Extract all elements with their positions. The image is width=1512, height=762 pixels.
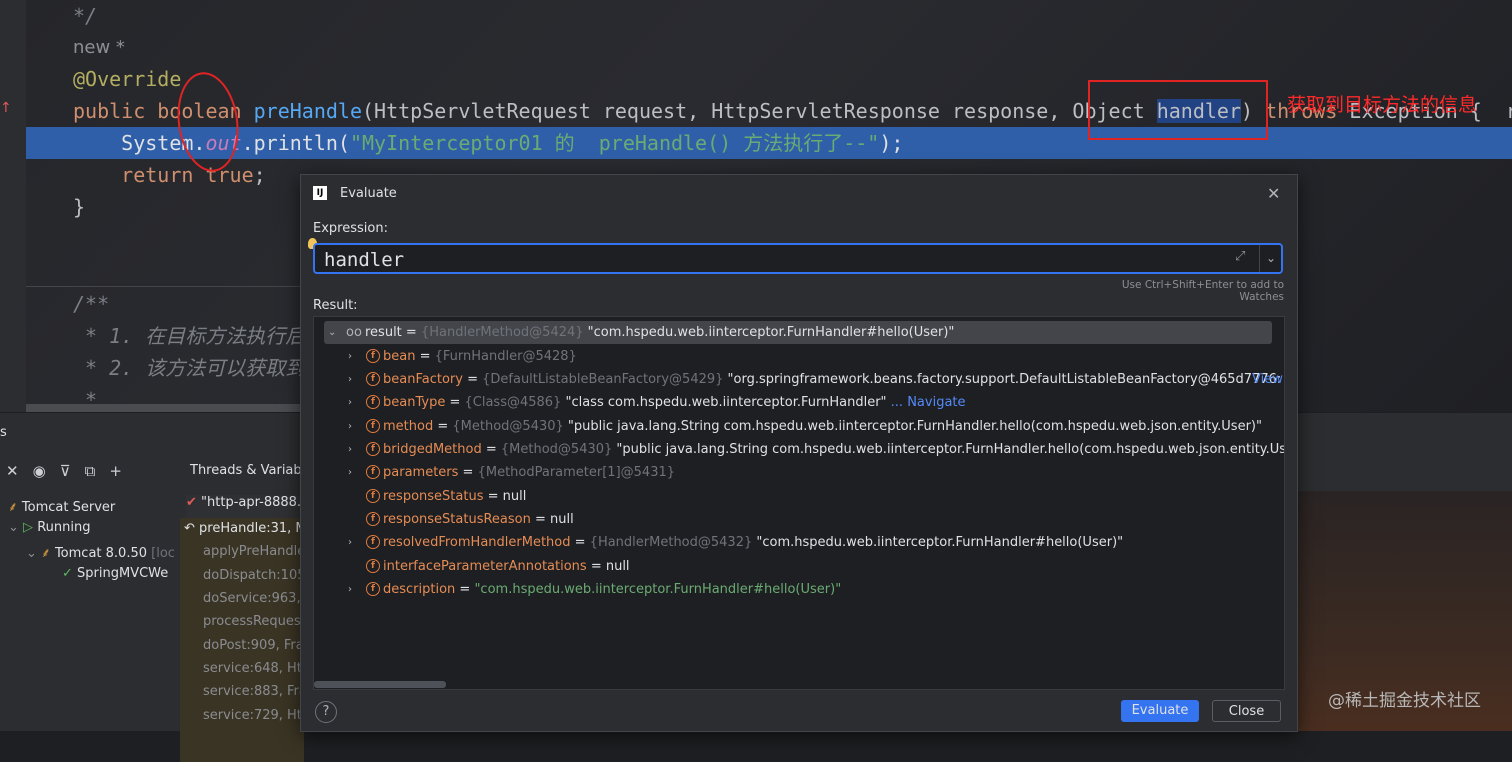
chevron-down-icon[interactable]: ⌄ <box>1259 245 1282 272</box>
field-row[interactable]: › f description = "com.hspedu.web.iinter… <box>314 578 1272 601</box>
code-line: @Override <box>73 67 182 91</box>
frame-item[interactable]: processRequest <box>203 614 306 629</box>
field-row[interactable]: f interfaceParameterAnnotations = null <box>314 555 1272 578</box>
editor-gutter <box>0 0 26 412</box>
evaluate-dialog: IJ Evaluate ✕ Expression: ⤢ ⌄ Use Ctrl+S… <box>300 174 1298 732</box>
result-scrollbar[interactable] <box>314 681 446 688</box>
frame-item[interactable]: doPost:909, Fra <box>203 638 304 653</box>
field-row[interactable]: › f bridgedMethod = {Method@5430} "publi… <box>314 438 1284 461</box>
help-button[interactable]: ? <box>315 701 337 723</box>
frames-list: ↶ preHandle:31, M applyPreHandle doDispa… <box>180 518 314 762</box>
frame-item[interactable]: service:648, Htt <box>203 661 307 676</box>
chevron-right-icon[interactable]: › <box>348 391 352 414</box>
tomcat-icon: ⸙ <box>41 546 51 561</box>
chevron-right-icon[interactable]: › <box>348 345 352 368</box>
field-row[interactable]: › f bean = {FurnHandler@5428} <box>314 345 1272 368</box>
thread-row[interactable]: ✔ "http-apr-8888. <box>186 495 304 519</box>
add-icon[interactable]: + <box>109 462 122 480</box>
frame-item[interactable]: applyPreHandle <box>203 544 305 559</box>
chevron-right-icon[interactable]: › <box>348 461 352 484</box>
dialog-title: Evaluate <box>340 186 397 201</box>
expand-icon[interactable]: ⤢ <box>1235 249 1245 264</box>
expression-field[interactable]: ⤢ ⌄ <box>313 243 1283 274</box>
watermark: @稀土掘金技术社区 <box>1328 691 1481 711</box>
navigate-link[interactable]: ... Navigate <box>891 395 966 410</box>
tab-threads-variables[interactable]: Threads & Variable <box>190 463 313 478</box>
tree-item-running[interactable]: ⌄ ▷ Running <box>8 520 90 535</box>
eye-icon[interactable]: ◉ <box>33 462 46 480</box>
red-box-annotation <box>1088 80 1268 140</box>
return-icon: ↶ <box>184 521 195 536</box>
tree-item-tomcat-server[interactable]: ⸙ Tomcat Server <box>8 497 115 515</box>
debug-toolbar: ✕ ◉ ⊽ ⧉ + <box>0 457 122 485</box>
field-icon: f <box>366 465 380 479</box>
code-line: return true; <box>73 163 266 187</box>
frame-item[interactable]: doService:963, <box>203 591 301 606</box>
filter-icon[interactable]: ⊽ <box>60 462 71 480</box>
code-line: new * <box>73 37 125 58</box>
red-note-annotation: 获取到目标方法的信息 <box>1287 94 1478 116</box>
expression-input[interactable] <box>322 247 1206 273</box>
watches-hint: Use Ctrl+Shift+Enter to add to Watches <box>1121 279 1284 303</box>
chevron-down-icon: ⌄ <box>8 520 19 535</box>
field-row[interactable]: › f resolvedFromHandlerMethod = {Handler… <box>314 531 1272 554</box>
tomcat-icon: ⸙ <box>8 500 18 515</box>
check-icon: ✔ <box>186 495 197 510</box>
result-tree[interactable]: ⌄ oo result = {HandlerMethod@5424} "com.… <box>313 316 1285 690</box>
field-icon: f <box>366 372 380 386</box>
evaluate-button[interactable]: Evaluate <box>1121 700 1199 722</box>
field-icon: f <box>366 349 380 363</box>
frame-item[interactable]: doDispatch:1058 <box>203 568 314 583</box>
field-icon: f <box>366 512 380 526</box>
frame-item[interactable]: ↶ preHandle:31, M <box>184 521 307 536</box>
field-row[interactable]: › f beanType = {Class@4586} "class com.h… <box>314 391 1272 414</box>
tree-item-tomcat-instance[interactable]: ⌄ ⸙ Tomcat 8.0.50 [loc <box>26 543 175 561</box>
watch-icon: oo <box>346 325 362 340</box>
field-row[interactable]: f responseStatus = null <box>314 485 1272 508</box>
chevron-right-icon[interactable]: › <box>348 368 352 391</box>
field-icon: f <box>366 442 380 456</box>
expression-label: Expression: <box>313 221 388 236</box>
run-icon: ▷ <box>23 520 34 535</box>
field-icon: f <box>366 489 380 503</box>
view-link[interactable]: View <box>1252 368 1283 391</box>
chevron-right-icon[interactable]: › <box>348 438 352 461</box>
frame-item[interactable]: service:883, Fra <box>203 684 307 699</box>
deploy-icon: ✓ <box>62 566 73 581</box>
field-row[interactable]: › f beanFactory = {DefaultListableBeanFa… <box>314 368 1284 391</box>
chevron-down-icon: ⌄ <box>26 546 37 561</box>
editor-scrollbar[interactable] <box>26 404 302 412</box>
breakpoint-arrow-icon: ↑ <box>0 100 12 116</box>
frame-item[interactable]: service:729, Htt <box>203 708 307 723</box>
chevron-right-icon[interactable]: › <box>348 531 352 554</box>
field-icon: f <box>366 395 380 409</box>
new-window-icon[interactable]: ⧉ <box>85 462 96 480</box>
tree-item-app[interactable]: ✓ SpringMVCWe <box>62 566 168 581</box>
intellij-icon: IJ <box>313 186 327 200</box>
chevron-down-icon[interactable]: ⌄ <box>328 321 336 344</box>
field-icon: f <box>366 419 380 433</box>
close-button[interactable]: Close <box>1212 700 1281 722</box>
close-icon[interactable]: ✕ <box>1267 184 1280 203</box>
code-line: */ <box>73 4 98 28</box>
divider <box>26 286 300 287</box>
chevron-right-icon[interactable]: › <box>348 578 352 601</box>
close-icon[interactable]: ✕ <box>6 462 19 480</box>
code-line: /** <box>73 292 110 316</box>
field-row[interactable]: › f method = {Method@5430} "public java.… <box>314 415 1272 438</box>
debug-panel-title: s <box>0 425 7 440</box>
field-icon: f <box>366 559 380 573</box>
code-line: * 1. 在目标方法执行后 <box>73 324 306 348</box>
result-label: Result: <box>313 298 358 313</box>
result-row[interactable]: ⌄ oo result = {HandlerMethod@5424} "com.… <box>324 321 1272 344</box>
field-row[interactable]: f responseStatusReason = null <box>314 508 1272 531</box>
field-row[interactable]: › f parameters = {MethodParameter[1]@543… <box>314 461 1272 484</box>
field-icon: f <box>366 535 380 549</box>
field-icon: f <box>366 582 380 596</box>
code-line: * 2. 该方法可以获取到 <box>73 356 306 380</box>
chevron-right-icon[interactable]: › <box>348 415 352 438</box>
code-line: } <box>73 195 86 219</box>
